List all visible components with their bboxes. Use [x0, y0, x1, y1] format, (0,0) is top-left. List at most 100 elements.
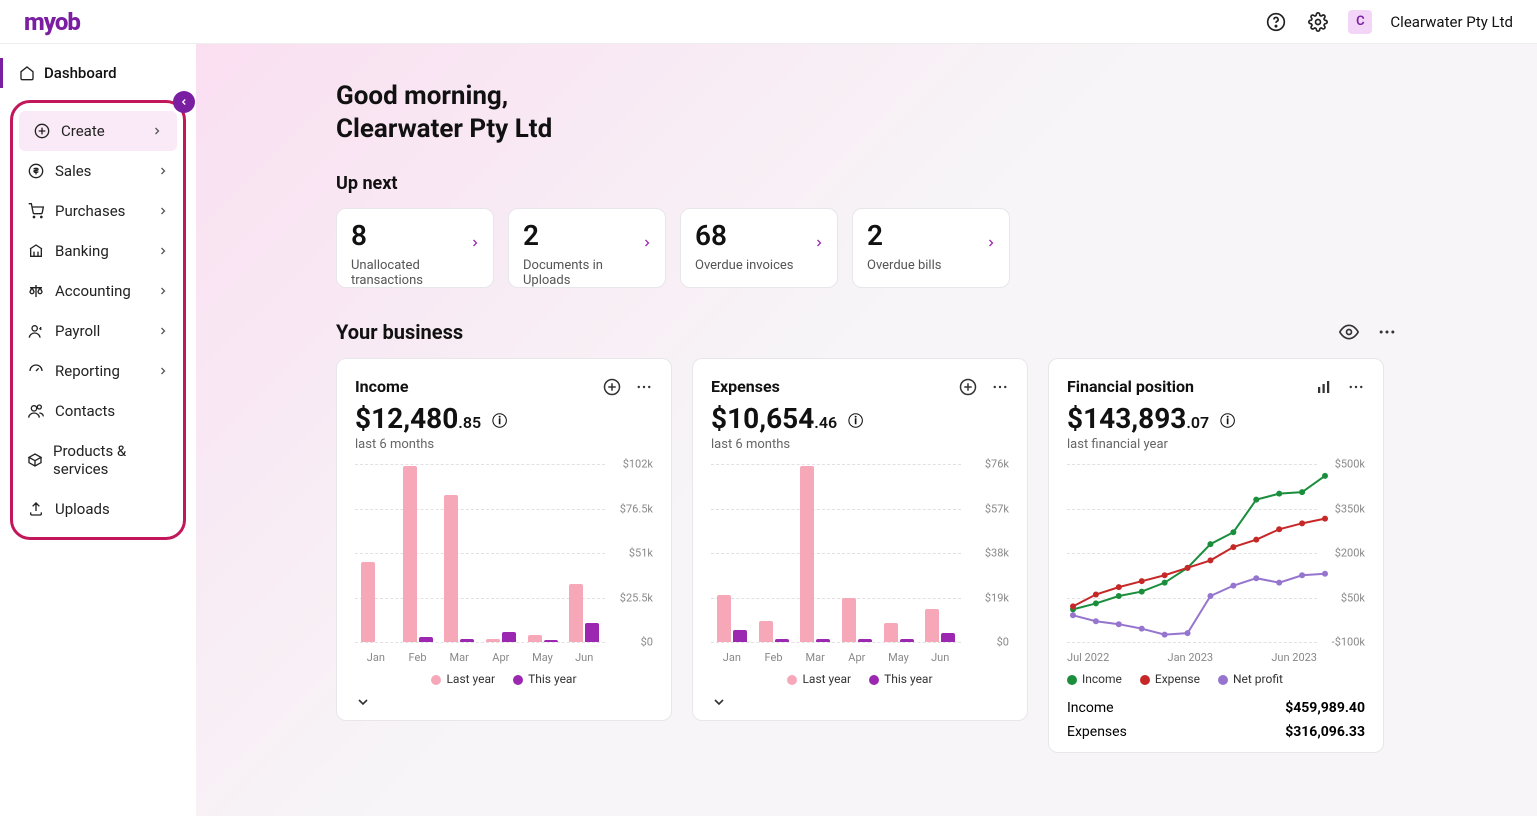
collapse-sidebar-button[interactable]	[173, 91, 195, 113]
bank-icon	[27, 242, 45, 260]
box-icon	[27, 451, 43, 469]
expenses-expand-button[interactable]	[711, 686, 1009, 712]
chevron-right-icon	[157, 325, 169, 337]
sidebar-item-sales[interactable]: Sales	[13, 151, 183, 191]
sidebar-item-label: Purchases	[55, 202, 125, 220]
more-icon[interactable]	[1377, 322, 1397, 342]
sidebar-item-create[interactable]: Create	[19, 111, 177, 151]
topbar: myob C Clearwater Pty Ltd	[0, 0, 1537, 44]
stat-label: Overdue invoices	[695, 258, 823, 273]
sidebar: Dashboard Create Sales Purchases Banking Acc…	[0, 44, 196, 816]
expenses-chart: $0$19k$38k$57k$76kJanFebMarAprMayJun	[711, 464, 1009, 664]
upload-icon	[27, 500, 45, 518]
greeting-line1: Good morning,	[336, 80, 1397, 113]
chevron-right-icon	[157, 205, 169, 217]
stat-card-unallocated-transactions[interactable]: 8 Unallocated transactions	[336, 208, 494, 288]
sidebar-item-label: Accounting	[55, 282, 131, 300]
sidebar-item-accounting[interactable]: Accounting	[13, 271, 183, 311]
stat-card-overdue-invoices[interactable]: 68Overdue invoices	[680, 208, 838, 288]
stat-value: 8	[351, 219, 479, 252]
financial-more-icon[interactable]	[1347, 378, 1365, 396]
expenses-amount: $10,654.46 ⓘ	[711, 402, 1009, 435]
stat-value: 2	[867, 219, 995, 252]
expenses-period: last 6 months	[711, 437, 1009, 452]
financial-amount: $143,893.07 ⓘ	[1067, 402, 1365, 435]
main-content: Good morning, Clearwater Pty Ltd Up next…	[196, 44, 1537, 816]
stat-label: Overdue bills	[867, 258, 995, 273]
sidebar-item-contacts[interactable]: Contacts	[13, 391, 183, 431]
add-income-icon[interactable]	[603, 378, 621, 396]
chevron-right-icon	[157, 165, 169, 177]
chart-type-icon[interactable]	[1315, 378, 1333, 396]
stat-label: Unallocated transactions	[351, 258, 479, 288]
info-icon[interactable]: ⓘ	[492, 412, 507, 430]
financial-title: Financial position	[1067, 377, 1194, 396]
sidebar-item-label: Sales	[55, 162, 91, 180]
chevron-right-icon	[157, 285, 169, 297]
chevron-right-icon	[641, 237, 653, 249]
info-icon[interactable]: ⓘ	[1220, 412, 1235, 430]
sidebar-item-purchases[interactable]: Purchases	[13, 191, 183, 231]
stat-value: 2	[523, 219, 651, 252]
expenses-title: Expenses	[711, 377, 780, 396]
income-chart: $0$25.5k$51k$76.5k$102kJanFebMarAprMayJu…	[355, 464, 653, 664]
company-name[interactable]: Clearwater Pty Ltd	[1390, 13, 1513, 31]
sidebar-item-label: Create	[61, 122, 105, 140]
chevron-right-icon	[985, 237, 997, 249]
sidebar-highlight: Create Sales Purchases Banking Accounting Pay…	[10, 100, 186, 540]
sidebar-item-label: Payroll	[55, 322, 100, 340]
dollar-circle-icon	[27, 162, 45, 180]
financial-card: Financial position $143,893.07 ⓘ last fi…	[1048, 358, 1384, 753]
sidebar-item-payroll[interactable]: Payroll	[13, 311, 183, 351]
expenses-legend: Last year This year	[711, 672, 1009, 686]
sidebar-item-label: Products & services	[53, 442, 169, 478]
logo: myob	[24, 8, 80, 36]
scales-icon	[27, 282, 45, 300]
help-icon[interactable]	[1264, 10, 1288, 34]
info-icon[interactable]: ⓘ	[848, 412, 863, 430]
add-expense-icon[interactable]	[959, 378, 977, 396]
topbar-right: C Clearwater Pty Ltd	[1264, 10, 1513, 34]
income-legend: Last year This year	[355, 672, 653, 686]
expenses-more-icon[interactable]	[991, 378, 1009, 396]
financial-summary-rows: Income$459,989.40Expenses$316,096.33	[1067, 696, 1365, 744]
chevron-right-icon	[469, 237, 481, 249]
chevron-right-icon	[157, 245, 169, 257]
stat-card-documents-in-uploads[interactable]: 2 Documents in Uploads	[508, 208, 666, 288]
home-icon	[18, 64, 36, 82]
sidebar-item-uploads[interactable]: Uploads	[13, 489, 183, 529]
nav-dashboard[interactable]: Dashboard	[0, 58, 186, 88]
plus-circle-icon	[33, 122, 51, 140]
people-icon	[27, 402, 45, 420]
financial-row-income: Income$459,989.40	[1067, 696, 1365, 720]
upnext-title: Up next	[336, 173, 1397, 194]
sidebar-item-label: Contacts	[55, 402, 115, 420]
settings-icon[interactable]	[1306, 10, 1330, 34]
financial-period: last financial year	[1067, 437, 1365, 452]
sidebar-item-label: Reporting	[55, 362, 120, 380]
income-more-icon[interactable]	[635, 378, 653, 396]
sidebar-item-banking[interactable]: Banking	[13, 231, 183, 271]
income-expand-button[interactable]	[355, 686, 653, 712]
stat-card-overdue-bills[interactable]: 2 Overdue bills	[852, 208, 1010, 288]
income-card: Income $12,480.85 ⓘ last 6 months $0$25.…	[336, 358, 672, 721]
person-icon	[27, 322, 45, 340]
greeting-line2: Clearwater Pty Ltd	[336, 113, 1397, 146]
financial-legend: Income Expense Net profit	[1067, 672, 1365, 686]
sidebar-item-label: Banking	[55, 242, 109, 260]
chevron-right-icon	[813, 237, 825, 249]
upnext-cards: 8 Unallocated transactions 2 Documents in U…	[336, 208, 1397, 288]
income-amount: $12,480.85 ⓘ	[355, 402, 653, 435]
visibility-icon[interactable]	[1339, 322, 1359, 342]
your-business-title: Your business	[336, 320, 463, 344]
financial-row-expenses: Expenses$316,096.33	[1067, 720, 1365, 744]
greeting: Good morning, Clearwater Pty Ltd	[336, 80, 1397, 145]
expenses-card: Expenses $10,654.46 ⓘ last 6 months $0$1…	[692, 358, 1028, 721]
stat-label: Documents in Uploads	[523, 258, 651, 288]
sidebar-item-reporting[interactable]: Reporting	[13, 351, 183, 391]
sidebar-item-products-services[interactable]: Products & services	[13, 431, 183, 489]
financial-chart: -$100k$50k$200k$350k$500kJul 2022Jan 202…	[1067, 464, 1365, 664]
avatar[interactable]: C	[1348, 10, 1372, 34]
charts-row: Income $12,480.85 ⓘ last 6 months $0$25.…	[336, 358, 1397, 753]
your-business-header: Your business	[336, 320, 1397, 344]
